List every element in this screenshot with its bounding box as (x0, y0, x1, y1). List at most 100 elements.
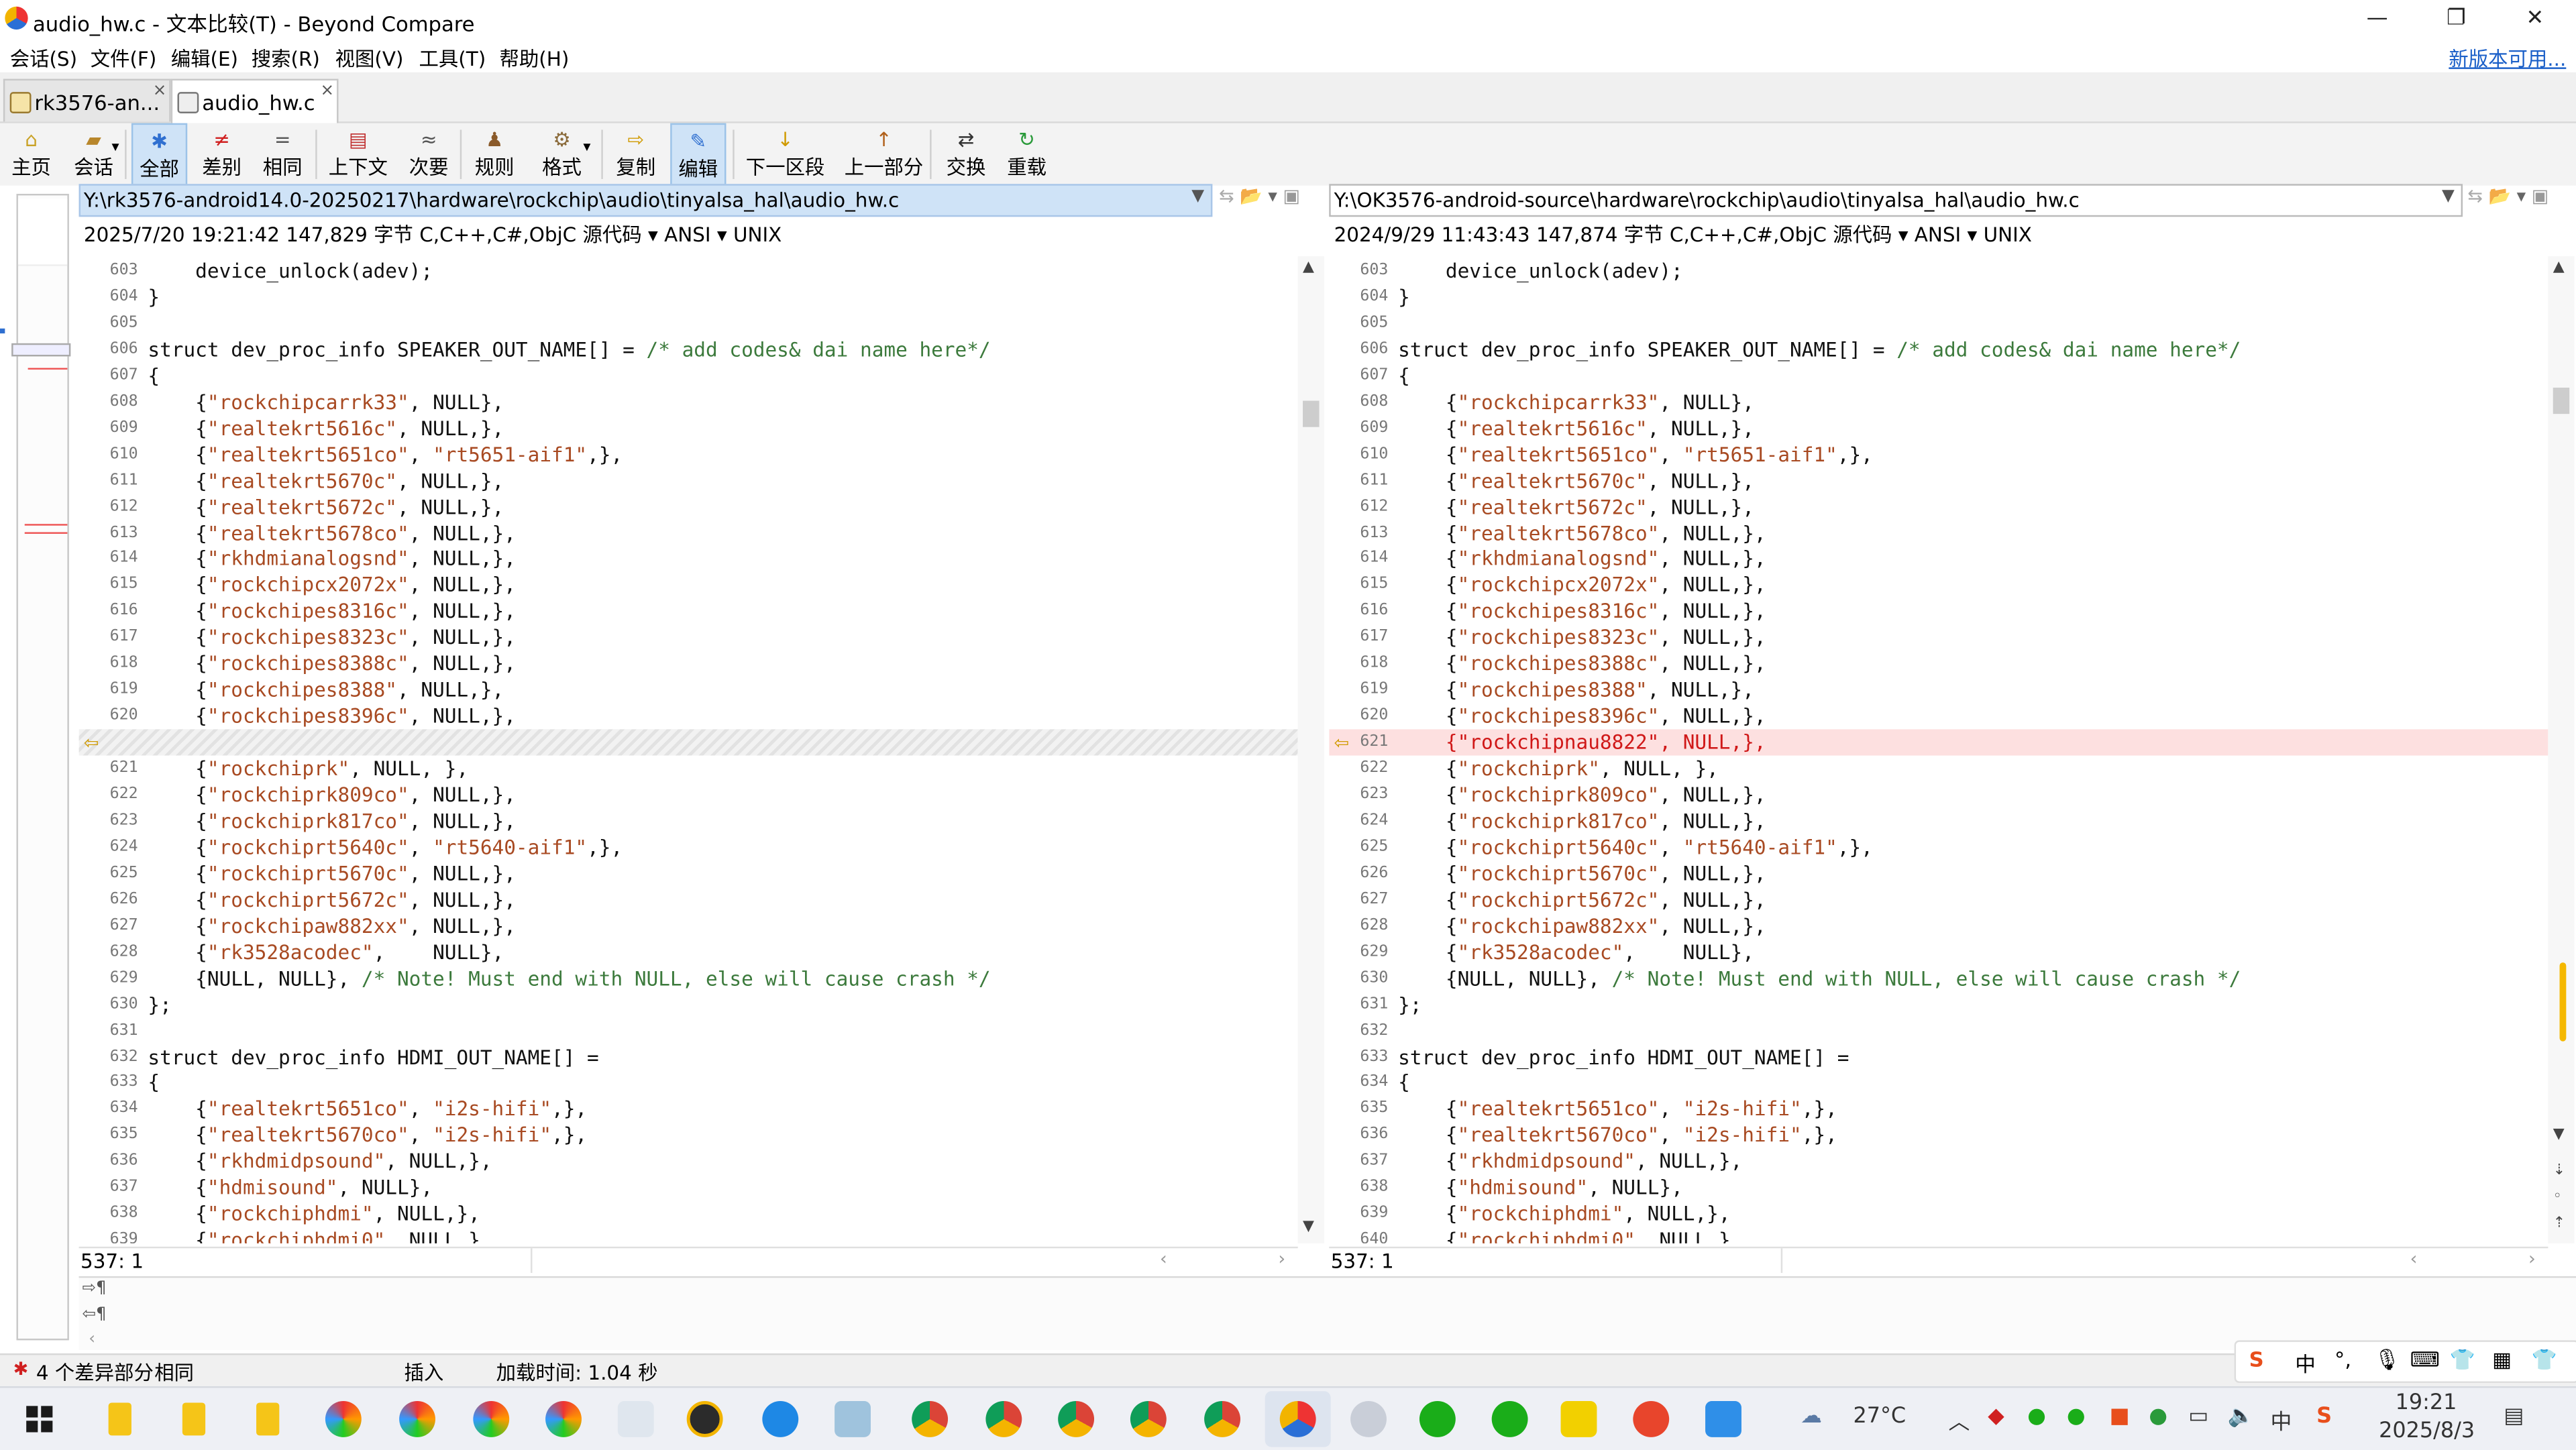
tab-close-icon[interactable]: × (153, 82, 167, 100)
code-line[interactable]: 620 {"rockchipes8396c", NULL,}, (1329, 704, 2548, 730)
volume-icon[interactable]: 🔈 (2228, 1404, 2255, 1429)
tray-wechat-icon[interactable]: ● (2067, 1404, 2086, 1429)
code-line[interactable]: 629 {NULL, NULL}, /* Note! Must end with… (79, 965, 1298, 991)
notification-icon[interactable]: ▤ (2504, 1404, 2524, 1429)
code-line[interactable]: 611 {"realtekrt5670c", NULL,}, (1329, 467, 2548, 494)
code-line[interactable]: 603 device_unlock(adev); (1329, 258, 2548, 284)
code-line[interactable]: 626 {"rockchiprt5672c", NULL,}, (79, 887, 1298, 913)
ultraedit-icon[interactable] (686, 1400, 723, 1437)
chrome-icon[interactable] (1204, 1400, 1240, 1437)
app-icon[interactable] (545, 1400, 582, 1437)
tray-app-icon[interactable]: ◆ (1988, 1404, 2004, 1429)
chevron-up-icon[interactable]: ︿ (1949, 1404, 1970, 1436)
prev-diff-icon[interactable]: ⇡ (2553, 1215, 2565, 1231)
code-line[interactable]: 610 {"realtekrt5651co", "rt5651-aif1",}, (79, 441, 1298, 467)
windows-start-icon[interactable] (26, 1406, 53, 1433)
toolbar-button-diffs[interactable]: ≠ 差别 (194, 123, 250, 186)
code-line[interactable]: 604} (1329, 284, 2548, 311)
chrome-icon[interactable] (1058, 1400, 1095, 1437)
code-line[interactable]: 625 {"rockchiprt5670c", NULL,}, (79, 860, 1298, 887)
toolbar-button-same[interactable]: = 相同 (255, 123, 311, 186)
history-icon[interactable]: ⇆ (2467, 186, 2483, 207)
menu-session[interactable]: 会话(S) (10, 44, 77, 72)
tray-wechat-icon[interactable]: ● (2027, 1404, 2046, 1429)
code-line[interactable]: 605 (1329, 311, 2548, 337)
overview-viewport[interactable] (11, 343, 71, 357)
toolbar-button-reload[interactable]: ↻ 重载 (1002, 123, 1051, 186)
save-icon[interactable]: ▣ (2532, 186, 2548, 207)
clock-time[interactable]: 19:21 (2396, 1391, 2457, 1416)
menu-search[interactable]: 搜索(R) (252, 44, 320, 72)
ime-language[interactable]: 中 (2295, 1347, 2316, 1378)
history-icon[interactable]: ⇆ (1219, 186, 1234, 207)
keyboard-icon[interactable]: ⌨ (2410, 1347, 2440, 1372)
code-line[interactable]: 610 {"realtekrt5651co", "rt5651-aif1",}, (1329, 441, 2548, 467)
code-line[interactable]: 625 {"rockchiprt5640c", "rt5640-aif1",}, (1329, 834, 2548, 860)
code-line[interactable]: 608 {"rockchipcarrk33", NULL}, (79, 389, 1298, 415)
menu-file[interactable]: 文件(F) (91, 44, 157, 72)
weather-temp[interactable]: 27°C (1853, 1404, 1906, 1429)
scroll-up-icon[interactable]: ▲ (1303, 260, 1314, 276)
right-scroll-thumb[interactable] (2553, 387, 2570, 414)
diff-line[interactable]: 621 {"rockchipnau8822", NULL,}, (1329, 729, 2548, 756)
code-line[interactable]: 639 {"rockchiphdmi0", NULL,}, (79, 1227, 1298, 1243)
microphone-icon[interactable]: 🎙 (2374, 1347, 2400, 1373)
code-line[interactable]: 629 {"rk3528acodec", NULL}, (1329, 939, 2548, 965)
chrome-icon[interactable] (985, 1400, 1022, 1437)
toolbar-button-edit[interactable]: ✎ 编辑 (670, 123, 727, 186)
sogou-logo-icon[interactable]: S (2249, 1347, 2264, 1372)
code-line[interactable]: 614 {"rkhdmianalogsnd", NULL,}, (79, 546, 1298, 572)
code-line[interactable]: 604} (79, 284, 1298, 311)
code-line[interactable]: 636 {"rkhdmidpsound", NULL,}, (79, 1149, 1298, 1175)
toolbar-button-prev-section[interactable]: ↑ 上一部分 (838, 123, 930, 186)
code-line[interactable]: 622 {"rockchiprk809co", NULL,}, (79, 782, 1298, 808)
code-line[interactable]: 606 struct dev_proc_info SPEAKER_OUT_NAME… (79, 337, 1298, 363)
right-code-pane[interactable]: 603 device_unlock(adev); 604} 605 606 struct… (1329, 256, 2548, 1243)
tray-app-icon[interactable]: ● (2149, 1404, 2167, 1429)
file-explorer-icon[interactable] (108, 1402, 131, 1436)
update-link[interactable]: 新版本可用... (2449, 44, 2566, 72)
minimize-button[interactable]: — (2339, 3, 2415, 36)
scroll-left-icon[interactable]: ‹ (2410, 1248, 2418, 1270)
code-line[interactable]: 616 {"rockchipes8316c", NULL,}, (1329, 598, 2548, 624)
code-line[interactable]: 609 {"realtekrt5616c", NULL,}, (79, 415, 1298, 441)
code-line[interactable]: 620 {"rockchipes8396c", NULL,}, (79, 704, 1298, 730)
code-line[interactable]: 603 device_unlock(adev); (79, 258, 1298, 284)
menu-help[interactable]: 帮助(H) (499, 44, 569, 72)
code-line[interactable]: 623 {"rockchiprk817co", NULL,}, (79, 808, 1298, 834)
code-line[interactable]: 624 {"rockchiprt5640c", "rt5640-aif1",}, (79, 834, 1298, 860)
right-scrollbar[interactable]: ▲ ▼ ⇣ ◦ ⇡ (2548, 256, 2575, 1243)
code-line[interactable]: 617 {"rockchipes8323c", NULL,}, (1329, 624, 2548, 651)
chevron-down-icon[interactable]: ▼ (2442, 187, 2455, 205)
toolbar-button-next-section[interactable]: ↓ 下一区段 (739, 123, 831, 186)
code-line[interactable]: 613 {"realtekrt5678co", NULL,}, (1329, 520, 2548, 546)
code-line[interactable]: 619 {"rockchipes8388", NULL,}, (1329, 677, 2548, 703)
code-line[interactable]: 634 { (1329, 1070, 2548, 1096)
code-line[interactable]: 637 {"rkhdmidpsound", NULL,}, (1329, 1149, 2548, 1175)
code-line[interactable]: 628 {"rk3528acodec", NULL}, (79, 939, 1298, 965)
scroll-right-icon[interactable]: › (1278, 1248, 1285, 1270)
file-explorer-icon[interactable] (182, 1402, 206, 1436)
diff-overview[interactable] (11, 193, 71, 1341)
code-line[interactable]: 630 {NULL, NULL}, /* Note! Must end with… (1329, 965, 2548, 991)
code-line[interactable]: 631 (79, 1017, 1298, 1044)
left-code-pane[interactable]: 603 device_unlock(adev); 604} 605 606 struct… (78, 256, 1298, 1243)
code-line[interactable]: 612 {"realtekrt5672c", NULL,}, (1329, 494, 2548, 520)
right-file-info[interactable]: 2024/9/29 11:43:43 147,874 字节 C,C++,C#,O… (1334, 220, 2032, 253)
code-line[interactable]: 632 struct dev_proc_info HDMI_OUT_NAME[] … (79, 1044, 1298, 1070)
chrome-icon[interactable] (1130, 1400, 1167, 1437)
code-line[interactable]: 615 {"rockchipcx2072x", NULL,}, (1329, 572, 2548, 598)
paint-tool-icon[interactable] (617, 1400, 654, 1437)
code-line[interactable]: 631}; (1329, 991, 2548, 1017)
copy-to-left-icon[interactable]: ⇦ (84, 732, 99, 754)
menu-tools[interactable]: 工具(T) (419, 44, 486, 72)
beyond-compare-icon[interactable] (1279, 1400, 1316, 1437)
save-icon[interactable]: ▣ (1283, 186, 1300, 207)
code-line[interactable]: 614 {"rkhdmianalogsnd", NULL,}, (1329, 546, 2548, 572)
left-scrollbar[interactable]: ▲ ▼ (1297, 256, 1324, 1243)
app-icon[interactable] (325, 1400, 362, 1437)
sogou-tray-icon[interactable]: S (2316, 1404, 2332, 1429)
toolbar-button-copy[interactable]: ⇨ 复制 (611, 123, 660, 186)
chevron-down-icon[interactable]: ▾ (2517, 186, 2526, 207)
code-line[interactable]: 635 {"realtekrt5670co", "i2s-hifi",}, (79, 1123, 1298, 1149)
